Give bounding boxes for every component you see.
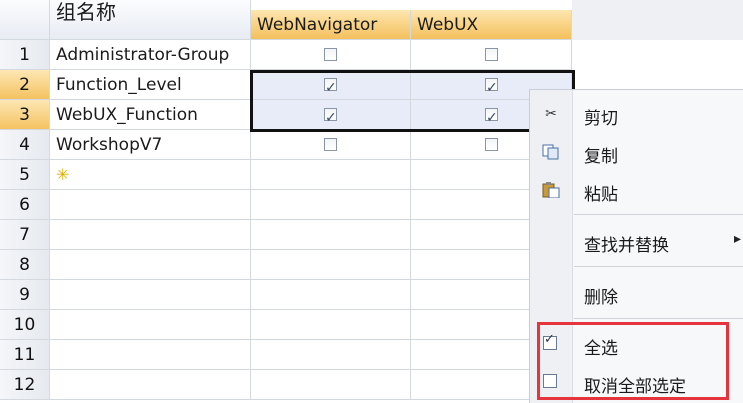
corner-header: [0, 0, 50, 40]
menu-item-copy[interactable]: 复制: [530, 136, 743, 168]
group-name-cell[interactable]: [50, 340, 251, 370]
menu-item-paste-label: 粘贴: [584, 185, 618, 205]
copy-icon: [542, 144, 560, 160]
column-header-group-name[interactable]: 组名称: [50, 0, 251, 40]
webnavigator-cell: [251, 190, 411, 220]
menu-item-delete[interactable]: 删除: [530, 277, 743, 309]
webnavigator-cell: [251, 310, 411, 340]
header-gap-strip: [251, 0, 572, 10]
row-header[interactable]: 11: [0, 340, 50, 370]
menu-item-delete-label: 删除: [584, 288, 618, 308]
group-name-cell[interactable]: WorkshopV7: [50, 130, 251, 160]
row-header[interactable]: 7: [0, 220, 50, 250]
webux-checkbox[interactable]: [485, 48, 498, 61]
webnavigator-cell: [251, 340, 411, 370]
menu-item-cut-label: 剪切: [584, 109, 618, 129]
menu-separator: [574, 318, 743, 319]
row-header[interactable]: 3: [0, 100, 50, 130]
group-name-cell[interactable]: [50, 370, 251, 400]
new-row-sparkle-icon: ✳: [56, 165, 70, 184]
group-name-cell[interactable]: [50, 220, 251, 250]
webnavigator-cell: [251, 70, 411, 100]
row-header[interactable]: 4: [0, 130, 50, 160]
column-header-webux[interactable]: WebUX: [411, 10, 572, 40]
menu-item-paste[interactable]: 粘贴: [530, 174, 743, 206]
group-name-cell[interactable]: [50, 190, 251, 220]
webnavigator-cell: [251, 160, 411, 190]
webnavigator-checkbox[interactable]: [324, 103, 337, 129]
group-name-cell[interactable]: [50, 310, 251, 340]
webnavigator-cell: [251, 40, 411, 70]
row-header[interactable]: 6: [0, 190, 50, 220]
row-header[interactable]: 12: [0, 370, 50, 400]
row-header[interactable]: 8: [0, 250, 50, 280]
webnavigator-cell: [251, 100, 411, 130]
column-header-webnavigator[interactable]: WebNavigator: [251, 10, 411, 40]
highlight-annotation-box: [537, 322, 729, 400]
row-header[interactable]: 2: [0, 70, 50, 100]
empty-area-header: [572, 0, 743, 40]
scissors-icon: ✂: [545, 106, 557, 122]
group-name-cell[interactable]: ✳: [50, 160, 251, 190]
webux-cell: [411, 40, 572, 70]
webnavigator-cell: [251, 370, 411, 400]
webux-checkbox[interactable]: [485, 103, 498, 129]
webnavigator-cell: [251, 220, 411, 250]
menu-separator: [574, 214, 743, 215]
webnavigator-cell: [251, 280, 411, 310]
group-name-cell[interactable]: Function_Level: [50, 70, 251, 100]
row-header[interactable]: 5: [0, 160, 50, 190]
menu-item-find-replace[interactable]: 查找并替换 ▸: [530, 225, 743, 257]
webnavigator-cell: [251, 250, 411, 280]
row-header[interactable]: 9: [0, 280, 50, 310]
menu-item-copy-label: 复制: [584, 147, 618, 167]
group-name-cell[interactable]: Administrator-Group: [50, 40, 251, 70]
row-header[interactable]: 1: [0, 40, 50, 70]
webnavigator-checkbox[interactable]: [324, 73, 337, 99]
group-name-cell[interactable]: [50, 280, 251, 310]
menu-item-find-replace-label: 查找并替换: [584, 236, 669, 256]
group-name-cell[interactable]: [50, 250, 251, 280]
submenu-arrow-icon: ▸: [734, 231, 742, 247]
webnavigator-checkbox[interactable]: [324, 48, 337, 61]
row-header[interactable]: 10: [0, 310, 50, 340]
menu-separator: [574, 266, 743, 267]
menu-item-cut[interactable]: ✂ 剪切: [530, 98, 743, 130]
group-name-cell[interactable]: WebUX_Function: [50, 100, 251, 130]
webnavigator-cell: [251, 130, 411, 160]
paste-icon: [542, 182, 560, 199]
webux-checkbox[interactable]: [485, 73, 498, 99]
webnavigator-checkbox[interactable]: [324, 138, 337, 151]
webux-checkbox[interactable]: [485, 138, 498, 151]
